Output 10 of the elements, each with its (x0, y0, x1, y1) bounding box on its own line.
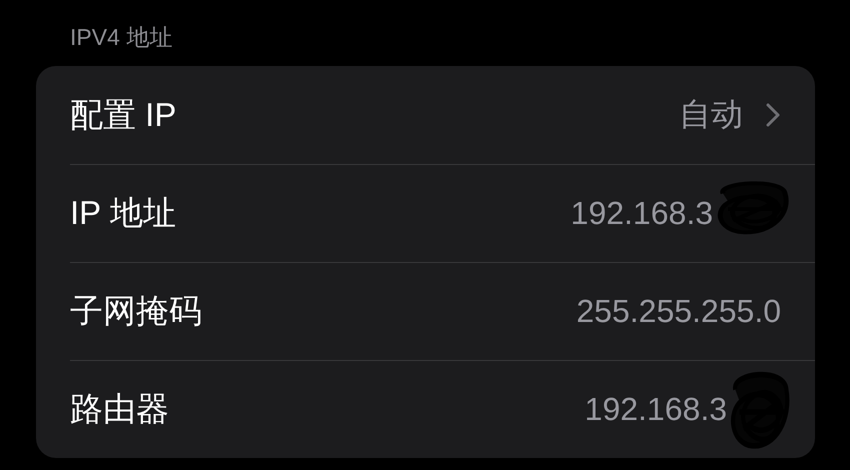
section-header: IPV4 地址 (70, 23, 172, 52)
row-label: IP 地址 (70, 192, 176, 232)
row-value: 192.168.3 (570, 194, 713, 232)
chevron-icon[interactable] (765, 102, 781, 128)
row-label: 子网掩码 (70, 290, 202, 330)
row-label: 路由器 (70, 388, 169, 428)
row-value: 192.168.3 (584, 390, 727, 428)
row-label: 配置 IP (70, 94, 176, 134)
row-value: 自动 (679, 95, 743, 134)
row-value: 255.255.255.0 (576, 292, 781, 330)
